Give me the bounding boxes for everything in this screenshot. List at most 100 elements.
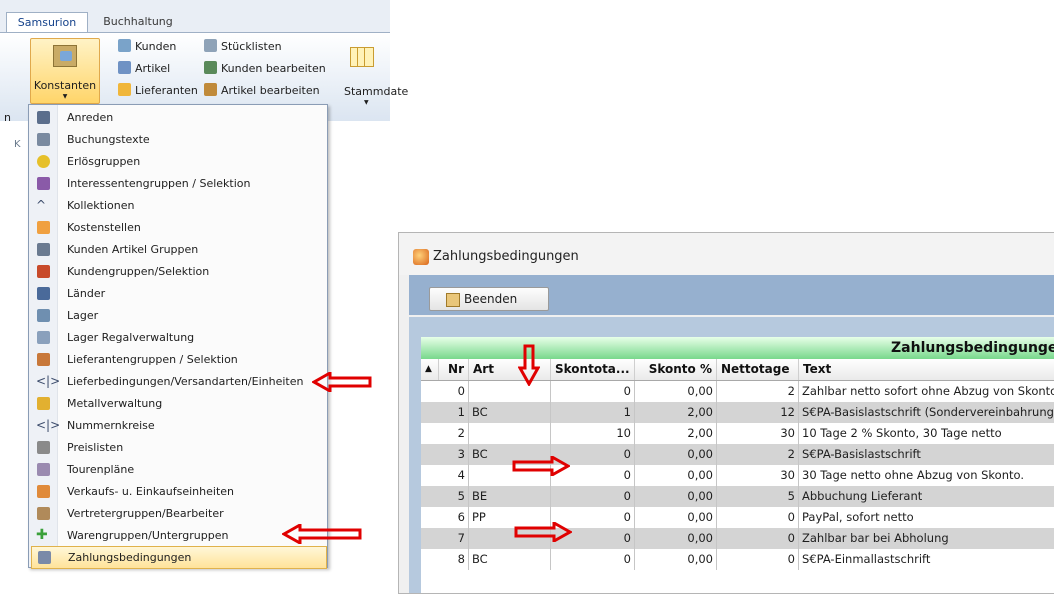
menu-item-label: Vertretergruppen/Bearbeiter (67, 507, 224, 520)
bom-icon (204, 39, 217, 52)
menu-item-lager-regalverwaltung[interactable]: Lager Regalverwaltung (31, 327, 325, 348)
konstanten-label: Konstanten (33, 79, 97, 92)
menu-item-lieferbedingungen[interactable]: <|> Lieferbedingungen/Versandarten/Einhei… (31, 371, 325, 392)
cell-skontotage: 0 (551, 549, 635, 570)
menu-item-label: Preislisten (67, 441, 124, 454)
stammdaten-button[interactable]: Stammdate ▼ (344, 43, 408, 106)
table-row[interactable]: 0 0 0,00 2 Zahlbar netto sofort ohne Abz… (421, 381, 1054, 402)
cell-text: 10 Tage 2 % Skonto, 30 Tage netto (802, 426, 1002, 440)
kunden-bearbeiten-button[interactable]: Kunden bearbeiten (204, 60, 326, 78)
column-header-nettotage[interactable]: Nettotage (717, 359, 799, 380)
cell-nettotage: 0 (717, 507, 799, 528)
menu-item-metallverwaltung[interactable]: Metallverwaltung (31, 393, 325, 414)
menu-item-zahlungsbedingungen[interactable]: Zahlungsbedingungen (31, 546, 327, 569)
menu-item-kundengruppen[interactable]: Kundengruppen/Selektion (31, 261, 325, 282)
grid-caption: Zahlungsbedingungen (421, 337, 1054, 359)
cell-text: S€PA-Basislastschrift (802, 447, 921, 461)
menu-item-label: Lager (67, 309, 99, 322)
menu-item-label: Zahlungsbedingungen (68, 551, 192, 564)
cell-nettotage: 12 (717, 402, 799, 423)
annotation-arrow-right (514, 522, 572, 542)
artikel-button[interactable]: Artikel (118, 60, 170, 78)
menu-item-kostenstellen[interactable]: Kostenstellen (31, 217, 325, 238)
tab-samsurion[interactable]: Samsurion (6, 12, 88, 33)
units-icon (37, 485, 50, 498)
column-header-text[interactable]: Text (799, 359, 1054, 380)
cell-text: Abbuchung Lieferant (802, 489, 923, 503)
customer-groups-icon (37, 265, 50, 278)
grid-title: Zahlungsbedingungen (891, 340, 1054, 356)
cell-skonto: 0,00 (635, 528, 717, 549)
menu-item-warengruppen[interactable]: ✚ Warengruppen/Untergruppen (31, 525, 325, 546)
exit-icon (446, 293, 460, 307)
konstanten-dropdown: Anreden Buchungstexte Erlösgruppen Inter… (28, 104, 328, 569)
table-row[interactable]: 8 BC 0 0,00 0 S€PA-Einmallastschrift (421, 549, 1054, 570)
cell-skonto: 0,00 (635, 444, 717, 465)
menu-item-label: Lieferantengruppen / Selektion (67, 353, 238, 366)
cell-nr: 0 (421, 381, 469, 402)
warehouse-icon (37, 309, 50, 322)
menu-item-nummernkreise[interactable]: <|> Nummernkreise (31, 415, 325, 436)
app-icon (413, 249, 429, 265)
beenden-button[interactable]: Beenden (429, 287, 549, 311)
column-header-nr[interactable]: Nr (439, 359, 469, 380)
menu-item-label: Lager Regalverwaltung (67, 331, 195, 344)
chevron-down-icon: ▼ (364, 99, 369, 106)
tab-buchhaltung[interactable]: Buchhaltung (98, 12, 178, 32)
cell-skontotage: 10 (551, 423, 635, 444)
menu-item-verkaufseinheiten[interactable]: Verkaufs- u. Einkaufseinheiten (31, 481, 325, 502)
menu-item-lieferantengruppen[interactable]: Lieferantengruppen / Selektion (31, 349, 325, 370)
menu-item-lager[interactable]: Lager (31, 305, 325, 326)
menu-item-tourenplaene[interactable]: Tourenpläne (31, 459, 325, 480)
menu-item-erloesgruppen[interactable]: Erlösgruppen (31, 151, 325, 172)
cell-skonto: 2,00 (635, 402, 717, 423)
kunden-label: Kunden (135, 40, 177, 53)
cell-skonto: 2,00 (635, 423, 717, 444)
menu-item-vertretergruppen[interactable]: Vertretergruppen/Bearbeiter (31, 503, 325, 524)
table-row[interactable]: 1 BC 1 2,00 12 S€PA-Basislastschrift (So… (421, 402, 1054, 423)
table-row[interactable]: 2 10 2,00 30 10 Tage 2 % Skonto, 30 Tage… (421, 423, 1054, 444)
kunden-button[interactable]: Kunden (118, 38, 176, 56)
cell-nr: 1 (421, 402, 469, 423)
menu-item-laender[interactable]: Länder (31, 283, 325, 304)
stammdaten-label: Stammdate (344, 85, 409, 98)
representative-icon (37, 507, 50, 520)
customers-icon (118, 39, 131, 52)
cell-text: Zahlbar netto sofort ohne Abzug von Skon… (802, 384, 1054, 398)
cell-nr: 8 (421, 549, 469, 570)
constants-icon (53, 45, 77, 67)
konstanten-button[interactable]: Konstanten ▼ (30, 38, 100, 104)
column-header-skonto[interactable]: Skonto % (635, 359, 717, 380)
cell-nr: 6 (421, 507, 469, 528)
menu-item-label: Verkaufs- u. Einkaufseinheiten (67, 485, 234, 498)
artikel-bearbeiten-button[interactable]: Artikel bearbeiten (204, 82, 320, 100)
menu-item-anreden[interactable]: Anreden (31, 107, 325, 128)
cell-nettotage: 30 (717, 423, 799, 444)
ribbon: Samsurion Buchhaltung n Konstanten ▼ Kun… (0, 0, 408, 150)
grid-container: Zahlungsbedingungen ▲ Nr Art Skontota...… (409, 317, 1054, 593)
table-icon (350, 47, 374, 67)
lieferanten-button[interactable]: Lieferanten (118, 82, 198, 100)
menu-item-kollektionen[interactable]: ^ Kollektionen (31, 195, 325, 216)
menu-item-kunden-artikel-gruppen[interactable]: Kunden Artikel Gruppen (31, 239, 325, 260)
menu-item-label: Anreden (67, 111, 114, 124)
sort-ascending-icon[interactable]: ▲ (421, 359, 439, 380)
supplier-groups-icon (37, 353, 50, 366)
customer-article-group-icon (37, 243, 50, 256)
annotation-arrow-left (282, 524, 362, 544)
edit-article-icon (204, 83, 217, 96)
cell-nettotage: 0 (717, 549, 799, 570)
menu-item-preislisten[interactable]: Preislisten (31, 437, 325, 458)
table-row[interactable]: 5 BE 0 0,00 5 Abbuchung Lieferant (421, 486, 1054, 507)
column-header-skontotage[interactable]: Skontota... (551, 359, 635, 380)
menu-item-interessentengruppen[interactable]: Interessentengruppen / Selektion (31, 173, 325, 194)
beenden-label: Beenden (464, 292, 518, 306)
payment-terms-icon (38, 551, 51, 564)
menu-item-buchungstexte[interactable]: Buchungstexte (31, 129, 325, 150)
cell-art: BC (469, 549, 551, 570)
cell-art (469, 423, 551, 444)
menu-item-label: Kundengruppen/Selektion (67, 265, 210, 278)
stuecklisten-button[interactable]: Stücklisten (204, 38, 282, 56)
countries-icon (37, 287, 50, 300)
menu-item-label: Metallverwaltung (67, 397, 163, 410)
